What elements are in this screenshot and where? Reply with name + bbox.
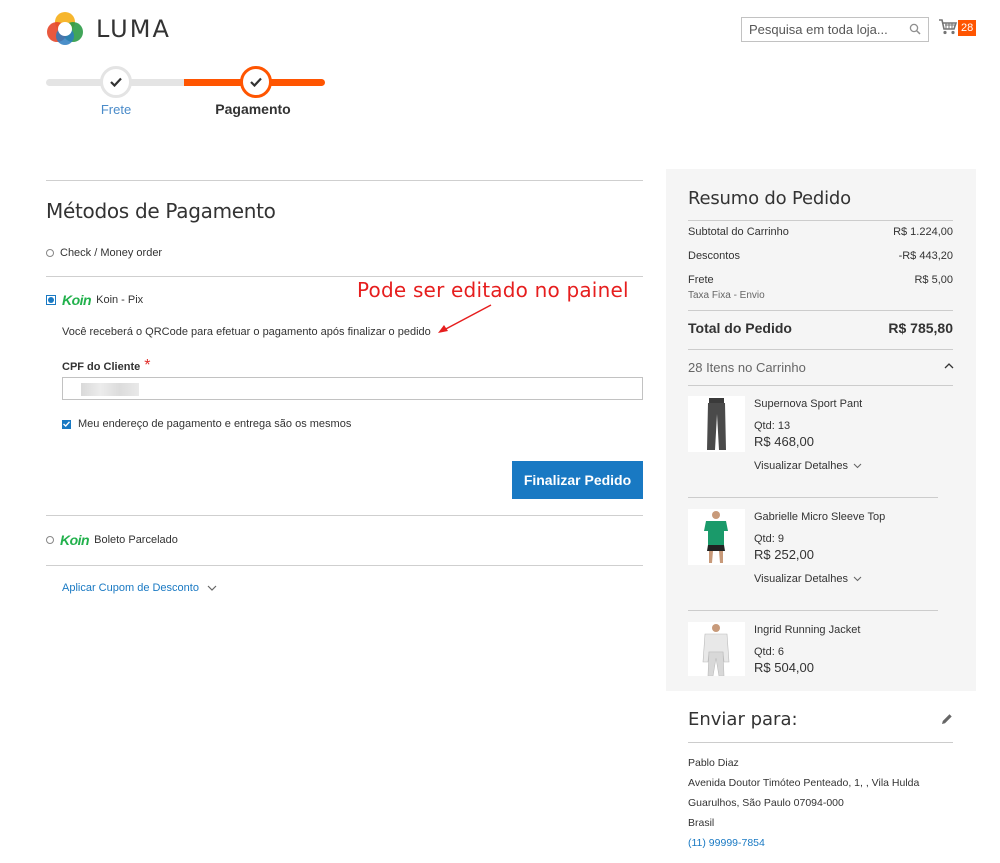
cpf-input[interactable]: [62, 377, 643, 400]
step-frete-indicator[interactable]: [100, 66, 132, 98]
ship-to-name: Pablo Diaz: [688, 757, 739, 769]
chevron-up-icon[interactable]: [944, 363, 954, 369]
order-summary: Resumo do Pedido Subtotal do Carrinho R$ …: [666, 169, 976, 691]
divider: [688, 349, 953, 350]
product-price: R$ 468,00: [754, 434, 814, 449]
annotation-arrow-icon: [438, 304, 492, 333]
checkmark-icon: [110, 77, 122, 87]
divider: [46, 276, 643, 277]
payment-methods-title: Métodos de Pagamento: [46, 199, 276, 223]
ship-to-city: Guarulhos, São Paulo 07094-000: [688, 797, 844, 809]
checkout-progress: Frete Pagamento: [46, 62, 326, 122]
step-frete-label[interactable]: Frete: [76, 102, 156, 117]
search-icon[interactable]: [909, 23, 921, 35]
cart-items-toggle[interactable]: 28 Itens no Carrinho: [688, 360, 806, 375]
divider: [46, 180, 643, 181]
product-price: R$ 252,00: [754, 547, 814, 562]
check-money-radio[interactable]: [46, 249, 54, 257]
edit-pencil-icon[interactable]: [941, 713, 953, 725]
koin-logo: Koin: [60, 532, 90, 548]
summary-row-shipping: Frete R$ 5,00: [688, 274, 953, 286]
view-details-toggle[interactable]: Visualizar Detalhes: [754, 460, 862, 472]
same-address-checkbox[interactable]: [62, 419, 71, 429]
product-price: R$ 504,00: [754, 660, 814, 675]
minicart[interactable]: 28: [939, 18, 979, 40]
divider: [688, 742, 953, 743]
discount-coupon-link[interactable]: Aplicar Cupom de Desconto: [62, 582, 199, 594]
annotation-text: Pode ser editado no painel: [357, 278, 629, 302]
same-address-row[interactable]: Meu endereço de pagamento e entrega são …: [62, 418, 351, 430]
divider: [688, 610, 938, 611]
product-name: Supernova Sport Pant: [754, 398, 863, 410]
cart-icon[interactable]: [939, 19, 957, 35]
order-summary-title: Resumo do Pedido: [688, 188, 851, 209]
search-input[interactable]: [742, 18, 902, 41]
chevron-down-icon: [853, 576, 862, 582]
checkmark-icon: [250, 77, 262, 87]
ship-to-section: Enviar para: Pablo Diaz Avenida Doutor T…: [688, 706, 953, 853]
product-qty: Qtd: 6: [754, 646, 784, 658]
product-name: Gabrielle Micro Sleeve Top: [754, 511, 886, 523]
luma-logo[interactable]: LUMA: [46, 10, 171, 48]
pix-info-text: Você receberá o QRCode para efetuar o pa…: [62, 326, 431, 338]
ship-to-phone-link[interactable]: (11) 99999-7854: [688, 833, 953, 853]
same-address-label[interactable]: Meu endereço de pagamento e entrega são …: [78, 418, 351, 430]
divider: [46, 515, 643, 516]
payment-option-boleto[interactable]: Koin Boleto Parcelado: [46, 532, 178, 548]
summary-row-subtotal: Subtotal do Carrinho R$ 1.224,00: [688, 226, 953, 238]
shipping-method-name: Taxa Fixa - Envio: [688, 290, 765, 301]
chevron-down-icon[interactable]: [207, 585, 217, 591]
product-name: Ingrid Running Jacket: [754, 624, 861, 636]
product-qty: Qtd: 9: [754, 533, 784, 545]
cpf-field-label: CPF do Cliente *: [62, 357, 151, 374]
pix-radio[interactable]: [46, 295, 56, 305]
product-thumbnail: [688, 396, 745, 452]
payment-methods-section: Métodos de Pagamento Check / Money order…: [46, 180, 643, 594]
order-total-row: Total do Pedido R$ 785,80: [688, 320, 953, 336]
payment-option-check[interactable]: Check / Money order: [46, 247, 162, 259]
boleto-radio[interactable]: [46, 536, 54, 544]
place-order-button[interactable]: Finalizar Pedido: [512, 461, 643, 499]
divider: [688, 310, 953, 311]
step-pagamento-indicator: [240, 66, 272, 98]
divider: [688, 497, 938, 498]
boleto-label[interactable]: Boleto Parcelado: [94, 534, 178, 546]
ship-to-country: Brasil: [688, 817, 715, 829]
ship-to-street: Avenida Doutor Timóteo Penteado, 1, , Vi…: [688, 777, 920, 789]
product-thumbnail: [688, 509, 745, 565]
payment-option-pix[interactable]: Koin Koin - Pix: [46, 292, 143, 308]
blurred-cpf-value: [81, 383, 139, 396]
step-pagamento-label: Pagamento: [215, 101, 291, 117]
cart-item: Gabrielle Micro Sleeve Top Qtd: 9 R$ 252…: [688, 499, 938, 611]
cart-item: Ingrid Running Jacket Qtd: 6 R$ 504,00: [688, 612, 938, 676]
pix-label[interactable]: Koin - Pix: [96, 294, 143, 306]
chevron-down-icon: [853, 463, 862, 469]
view-details-toggle[interactable]: Visualizar Detalhes: [754, 573, 862, 585]
product-thumbnail: [688, 622, 745, 676]
cart-item: Supernova Sport Pant Qtd: 13 R$ 468,00 V…: [688, 386, 938, 498]
cart-count-badge: 28: [958, 20, 977, 36]
luma-logo-icon: [46, 10, 84, 48]
summary-row-discount: Descontos -R$ 443,20: [688, 250, 953, 262]
check-money-label[interactable]: Check / Money order: [60, 247, 162, 259]
logo-text: LUMA: [96, 15, 171, 43]
divider: [46, 565, 643, 566]
koin-logo: Koin: [62, 292, 92, 308]
product-qty: Qtd: 13: [754, 420, 791, 432]
divider: [688, 220, 953, 221]
ship-to-title: Enviar para:: [688, 708, 798, 730]
discount-coupon-toggle[interactable]: Aplicar Cupom de Desconto: [62, 582, 217, 594]
search-box[interactable]: [741, 17, 929, 42]
cart-items-list[interactable]: Supernova Sport Pant Qtd: 13 R$ 468,00 V…: [688, 386, 963, 676]
